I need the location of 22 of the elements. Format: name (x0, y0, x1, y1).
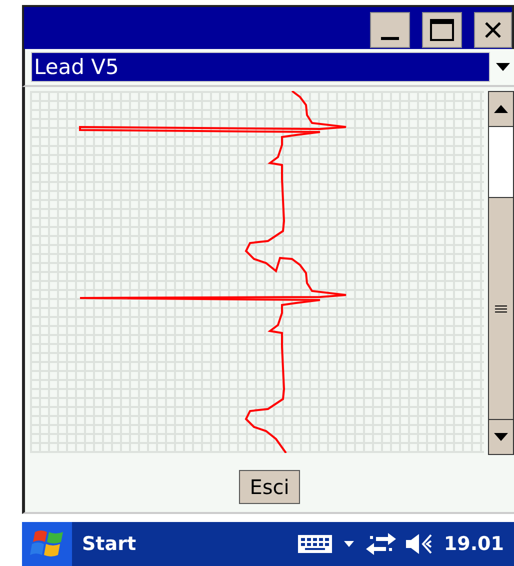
scroll-bar[interactable] (488, 91, 514, 455)
scroll-thumb[interactable] (489, 197, 513, 419)
dropdown-arrow-icon[interactable] (496, 63, 510, 71)
down-arrow-icon (494, 433, 508, 441)
clock-time[interactable]: 19.01 (444, 533, 504, 555)
grip-icon (495, 304, 507, 312)
exit-button[interactable]: Esci (238, 470, 300, 504)
minimize-icon (381, 36, 399, 40)
scroll-down-button[interactable] (489, 419, 513, 454)
minimize-button[interactable] (370, 12, 410, 48)
scroll-up-button[interactable] (489, 92, 513, 127)
maximize-button[interactable] (422, 12, 462, 48)
start-menu-button[interactable]: Start (82, 533, 136, 555)
speaker-icon[interactable] (406, 533, 434, 555)
keyboard-icon[interactable] (298, 535, 332, 553)
caret-icon[interactable] (344, 541, 354, 547)
close-icon (484, 21, 502, 39)
up-arrow-icon (494, 105, 508, 113)
lead-dropdown[interactable]: Lead V5 (31, 52, 490, 82)
maximize-icon (429, 18, 455, 42)
connectivity-icon[interactable] (366, 532, 396, 556)
close-button[interactable] (474, 12, 512, 48)
